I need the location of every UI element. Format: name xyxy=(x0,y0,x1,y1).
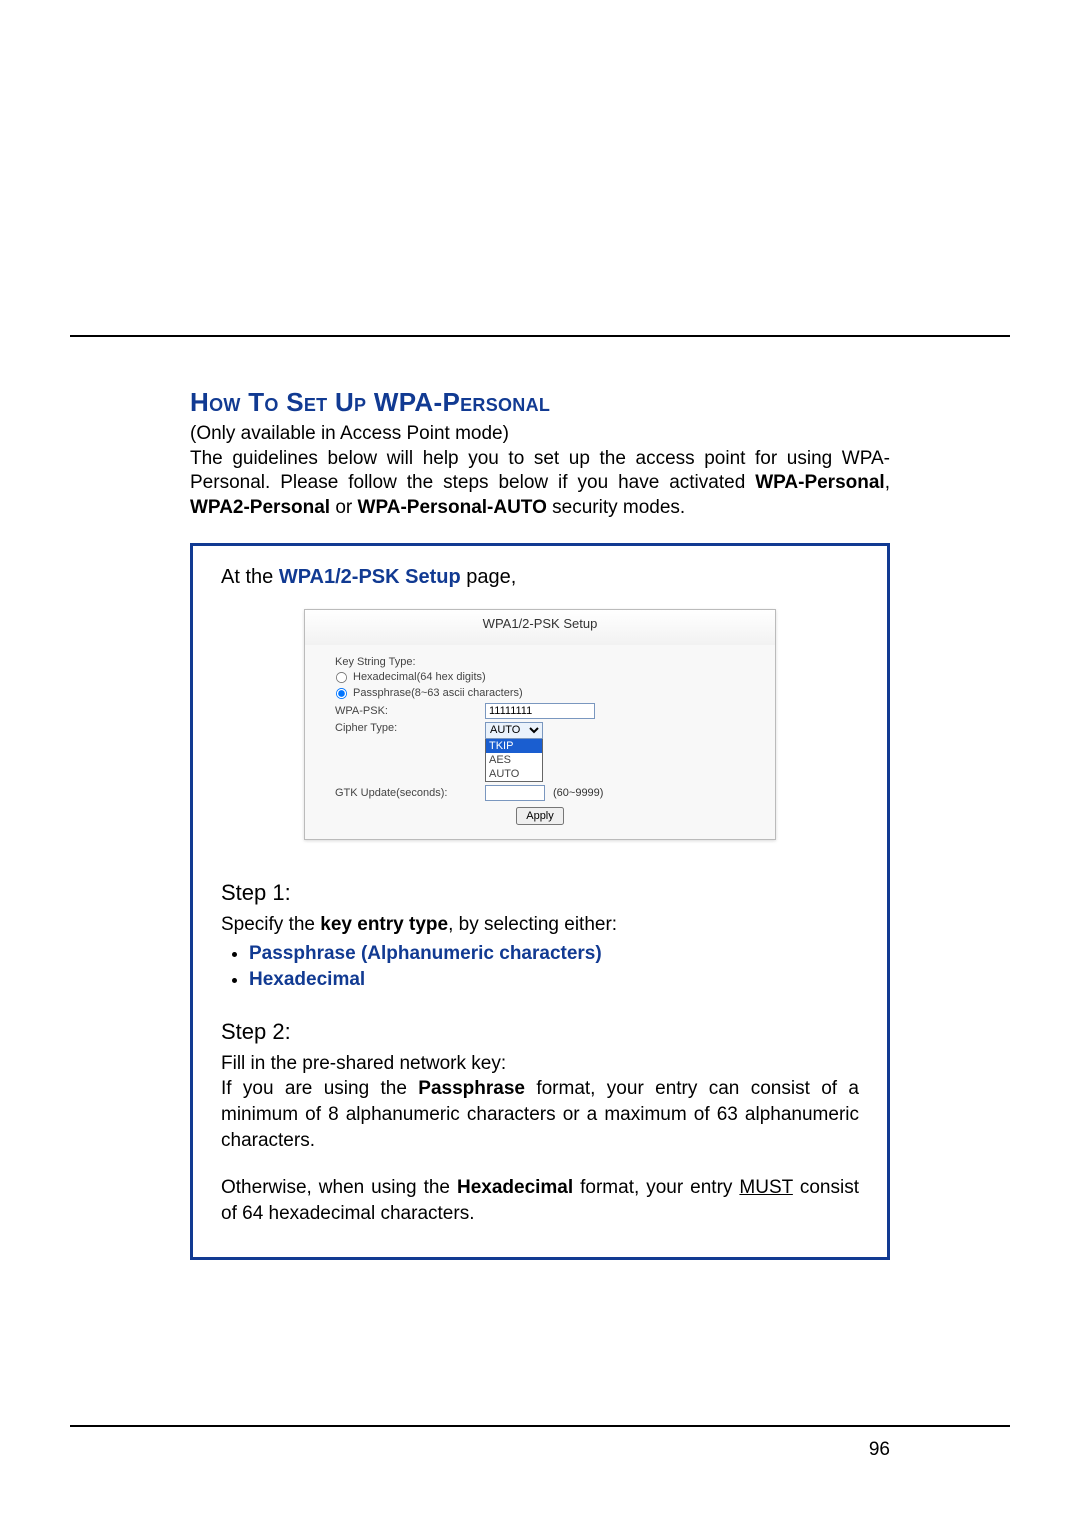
step1-option-passphrase: Passphrase (Alphanumeric characters) xyxy=(249,941,859,967)
key-string-type-label: Key String Type: xyxy=(335,656,745,668)
cipher-options-open: TKIP AES AUTO xyxy=(485,738,543,782)
cipher-option-auto[interactable]: AUTO xyxy=(486,767,542,781)
intro-or: or xyxy=(330,497,357,518)
lead-a: At the xyxy=(221,566,279,588)
step2-p1-b: If you are using the xyxy=(221,1078,418,1099)
passphrase-radio-row: Passphrase(8~63 ascii characters) xyxy=(335,687,745,700)
document-page: How To Set Up WPA-Personal (Only availab… xyxy=(0,0,1080,1527)
step2-heading: Step 2: xyxy=(221,1019,859,1045)
step1-option-hex: Hexadecimal xyxy=(249,967,859,993)
gtk-row: GTK Update(seconds): (60~9999) xyxy=(335,785,745,801)
step1-c: , by selecting either: xyxy=(448,914,617,935)
step2-passphrase-strong: Passphrase xyxy=(418,1078,525,1099)
gtk-range: (60~9999) xyxy=(553,787,603,799)
cipher-dropdown: AUTO TKIP AES AUTO xyxy=(485,722,543,782)
wpa-auto-strong: WPA-Personal-AUTO xyxy=(358,497,547,518)
step2-paragraph2: Otherwise, when using the Hexadecimal fo… xyxy=(221,1175,859,1226)
passphrase-radio-label: Passphrase(8~63 ascii characters) xyxy=(353,687,523,699)
cipher-option-aes[interactable]: AES xyxy=(486,753,542,767)
rule-top xyxy=(70,335,1010,337)
step2-hex-strong: Hexadecimal xyxy=(457,1177,573,1198)
step2-must: MUST xyxy=(739,1177,792,1198)
cipher-label: Cipher Type: xyxy=(335,722,485,734)
intro-availability: (Only available in Access Point mode) xyxy=(190,423,509,444)
apply-button[interactable]: Apply xyxy=(516,807,564,825)
step1-text: Specify the key entry type, by selecting… xyxy=(221,912,859,938)
setup-body: Key String Type: Hexadecimal(64 hex digi… xyxy=(305,645,775,839)
page-number: 96 xyxy=(869,1439,890,1461)
lead-c: page, xyxy=(461,566,517,588)
step2-paragraph1: Fill in the pre-shared network key: If y… xyxy=(221,1051,859,1154)
intro-comma: , xyxy=(885,472,890,493)
box-lead: At the WPA1/2-PSK Setup page, xyxy=(221,566,859,589)
cipher-row: Cipher Type: AUTO TKIP AES AUTO xyxy=(335,722,745,782)
hex-radio-label: Hexadecimal(64 hex digits) xyxy=(353,671,486,683)
step1-options-list: Passphrase (Alphanumeric characters) Hex… xyxy=(221,941,859,992)
gtk-label: GTK Update(seconds): xyxy=(335,787,485,799)
cipher-option-tkip[interactable]: TKIP xyxy=(486,739,542,753)
step2-p2-a: Otherwise, when using the xyxy=(221,1177,457,1198)
step1-a: Specify the xyxy=(221,914,320,935)
page-content: How To Set Up WPA-Personal (Only availab… xyxy=(70,387,1010,1260)
gtk-input[interactable] xyxy=(485,785,545,801)
wpa-personal-strong: WPA-Personal xyxy=(755,472,885,493)
rule-bottom xyxy=(70,1425,1010,1427)
step2-p1-a: Fill in the pre-shared network key: xyxy=(221,1053,506,1074)
passphrase-radio[interactable] xyxy=(336,688,347,699)
step1-b: key entry type xyxy=(320,914,448,935)
cipher-select[interactable]: AUTO xyxy=(485,722,543,739)
wpa-psk-label: WPA-PSK: xyxy=(335,705,485,717)
hex-radio-row: Hexadecimal(64 hex digits) xyxy=(335,671,745,684)
wpa-psk-input[interactable] xyxy=(485,703,595,719)
intro-tail: security modes. xyxy=(547,497,685,518)
section-heading: How To Set Up WPA-Personal xyxy=(190,387,890,418)
intro-paragraph: (Only available in Access Point mode) Th… xyxy=(190,422,890,521)
lead-page-name: WPA1/2-PSK Setup xyxy=(279,566,461,588)
step2-p2-c: format, your entry xyxy=(573,1177,739,1198)
step1-heading: Step 1: xyxy=(221,880,859,906)
embedded-setup-screenshot: WPA1/2-PSK Setup Key String Type: Hexade… xyxy=(304,609,776,840)
setup-title: WPA1/2-PSK Setup xyxy=(305,610,775,645)
wpa2-personal-strong: WPA2-Personal xyxy=(190,497,330,518)
wpa-psk-row: WPA-PSK: xyxy=(335,703,745,719)
hex-radio[interactable] xyxy=(336,672,347,683)
instruction-box: At the WPA1/2-PSK Setup page, WPA1/2-PSK… xyxy=(190,543,890,1260)
